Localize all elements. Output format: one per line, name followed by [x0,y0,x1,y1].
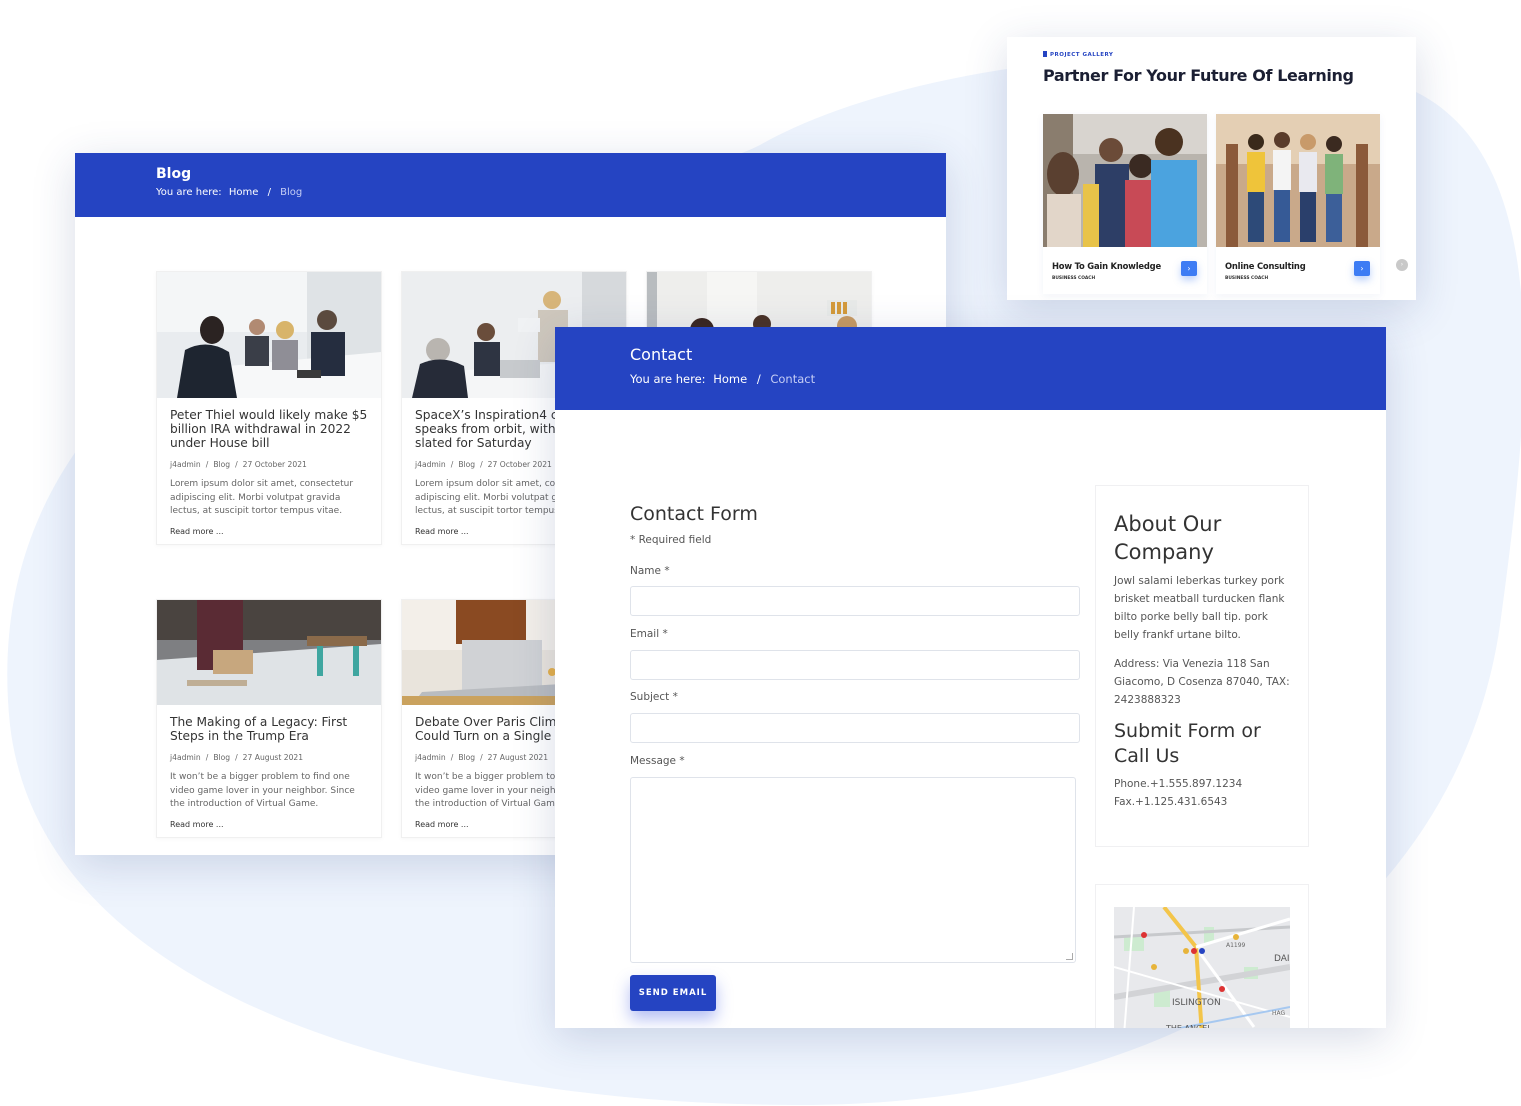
post-author[interactable]: j4admin [415,460,446,469]
blog-post-title[interactable]: Peter Thiel would likely make $5 billion… [170,408,368,450]
blog-post-card: The Making of a Legacy: First Steps in t… [156,599,382,838]
submit-call-title: Submit Form or Call Us [1114,720,1261,767]
blog-banner: Blog You are here: Home / Blog [75,153,946,217]
breadcrumb-current: Blog [280,187,303,198]
blog-post-title[interactable]: The Making of a Legacy: First Steps in t… [170,715,368,743]
name-input[interactable] [630,586,1080,616]
about-text: Jowl salami leberkas turkey pork brisket… [1114,575,1285,641]
blog-post-meta: j4admin / Blog / 27 October 2021 [170,460,368,469]
blog-post-card: Peter Thiel would likely make $5 billion… [156,271,382,545]
map-label: THE ANGEL [1165,1024,1212,1028]
gallery-card-category: BUSINESS COACH [1052,276,1096,281]
post-author[interactable]: j4admin [170,753,201,762]
message-textarea[interactable] [630,777,1076,963]
meta-separator: / [205,753,209,762]
page-title: Contact [630,345,693,364]
read-more-link[interactable]: Read more ... [170,527,368,536]
required-field-note: * Required field [630,534,712,546]
breadcrumb: You are here: Home / Blog [156,187,302,198]
meta-separator: / [235,753,238,762]
gallery-eyebrow-label: PROJECT GALLERY [1050,52,1114,58]
breadcrumb-home-link[interactable]: Home [229,187,259,198]
about-title: About Our Company [1114,512,1222,564]
gallery-card-name[interactable]: Online Consulting [1225,261,1306,271]
carousel-next-button[interactable]: › [1396,259,1408,271]
message-label: Message * [630,755,685,767]
meta-separator: / [480,460,483,469]
gallery-card-category: BUSINESS COACH [1225,276,1269,281]
post-author[interactable]: j4admin [170,460,201,469]
send-email-button[interactable]: SEND EMAIL [630,975,716,1011]
post-date: 27 October 2021 [242,460,307,469]
post-category[interactable]: Blog [213,460,230,469]
gallery-card-image [1043,114,1207,247]
meta-separator: / [235,460,238,469]
read-more-link[interactable]: Read more ... [170,820,368,829]
map-label: DAI [1274,954,1290,964]
map-label: ISLINGTON [1172,998,1221,1008]
post-author[interactable]: j4admin [415,753,446,762]
blog-post-excerpt: It won’t be a bigger problem to find one… [170,772,355,809]
meta-separator: / [450,460,454,469]
gallery-eyebrow: PROJECT GALLERY [1043,51,1113,58]
blog-post-meta: j4admin / Blog / 27 August 2021 [170,753,368,762]
map-label: HAG [1272,1010,1286,1017]
contact-form-title: Contact Form [630,503,758,525]
map-label: A1199 [1226,942,1246,949]
breadcrumb-separator: / [756,372,761,386]
map-panel: ISLINGTON THE ANGEL DAI HAG A1199 [1095,884,1309,1028]
chevron-right-icon[interactable]: › [1354,261,1370,276]
blog-post-image[interactable] [157,600,381,705]
breadcrumb-current: Contact [770,372,816,386]
post-category[interactable]: Blog [213,753,230,762]
breadcrumb-separator: / [267,187,271,198]
post-category[interactable]: Blog [458,460,475,469]
post-date: 27 August 2021 [487,753,549,762]
gallery-card[interactable]: How To Gain Knowledge BUSINESS COACH › [1043,114,1207,294]
address-text: Address: Via Venezia 118 San Giacomo, D … [1114,658,1290,706]
breadcrumb-prefix: You are here: [156,187,222,198]
subject-label: Subject * [630,691,678,703]
chevron-right-icon[interactable]: › [1181,261,1197,276]
project-gallery-window: PROJECT GALLERY Partner For Your Future … [1007,37,1416,300]
gallery-card-image [1216,114,1380,247]
post-category[interactable]: Blog [458,753,475,762]
post-date: 27 August 2021 [242,753,304,762]
subject-input[interactable] [630,713,1080,743]
meta-separator: / [205,460,209,469]
resize-handle-icon[interactable] [1066,953,1073,960]
meta-separator: / [480,753,483,762]
gallery-title: Partner For Your Future Of Learning [1043,66,1354,85]
breadcrumb-prefix: You are here: [630,372,706,386]
gallery-card[interactable]: Online Consulting BUSINESS COACH › [1216,114,1380,294]
blog-post-image[interactable] [157,272,381,398]
contact-banner: Contact You are here: Home / Contact [555,327,1386,410]
page-title: Blog [156,166,192,182]
post-date: 27 October 2021 [487,460,552,469]
name-label: Name * [630,565,670,577]
bookmark-icon [1043,51,1047,57]
breadcrumb-home-link[interactable]: Home [713,372,747,386]
about-company-panel: About Our Company Jowl salami leberkas t… [1095,485,1309,847]
email-input[interactable] [630,650,1080,680]
breadcrumb: You are here: Home / Contact [630,372,815,386]
email-label: Email * [630,628,668,640]
fax-text: Fax.+1.125.431.6543 [1114,796,1228,808]
contact-window: Contact You are here: Home / Contact Con… [555,327,1386,1028]
map[interactable]: ISLINGTON THE ANGEL DAI HAG A1199 [1114,907,1290,1028]
phone-text[interactable]: Phone.+1.555.897.1234 [1114,775,1290,793]
meta-separator: / [450,753,454,762]
gallery-card-name[interactable]: How To Gain Knowledge [1052,261,1161,271]
blog-post-excerpt: Lorem ipsum dolor sit amet, consectetur … [170,479,354,516]
